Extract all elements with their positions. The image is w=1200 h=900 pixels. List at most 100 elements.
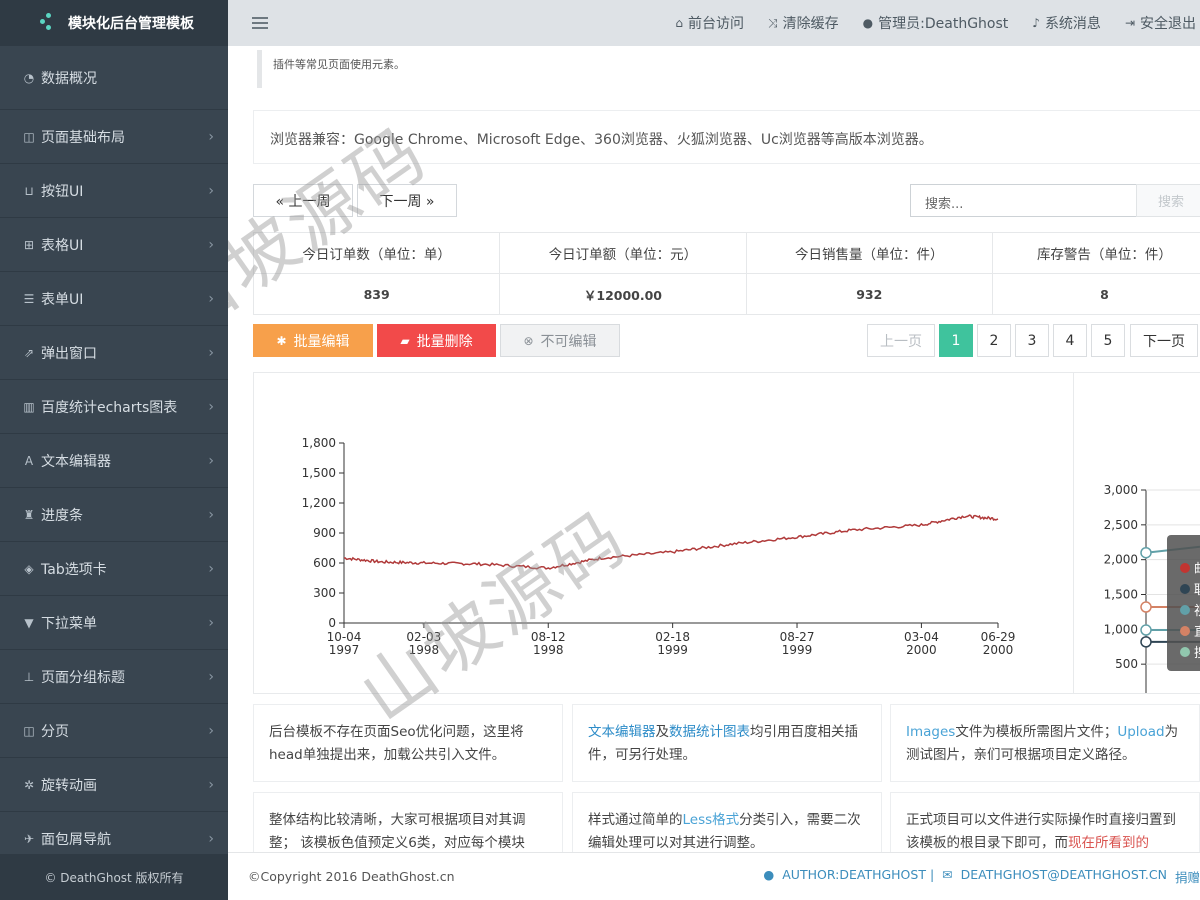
card-link[interactable]: 数据统计图表	[669, 724, 750, 740]
card-text: 后台模板不存在页面Seo优化问题，这里将head单独提出来，加载公共引入文件。	[269, 724, 524, 763]
legend-label: 直	[1194, 625, 1200, 640]
chevron-right-icon: ›	[208, 452, 214, 469]
sidebar-item[interactable]: ◫ 页面基础布局 ›	[0, 110, 228, 164]
sidebar-item-label: 数据概况	[41, 70, 97, 87]
top-link[interactable]: ♪ 系统消息	[1032, 13, 1101, 33]
envelope-icon: ✉	[942, 867, 953, 882]
random-icon: ⤨	[768, 15, 778, 30]
copyright-text: ©Copyright 2016 DeathGhost.cn	[248, 869, 455, 884]
y-tick-label: 1,000	[1104, 622, 1138, 636]
page-number-button[interactable]: 2	[977, 324, 1011, 357]
sidebar-item[interactable]: ⊥ 页面分组标题 ›	[0, 650, 228, 704]
user-icon: ●	[763, 867, 775, 882]
info-card: 样式通过简单的Less格式分类引入，需要二次编辑处理可以对其进行调整。	[572, 792, 882, 852]
next-page-button[interactable]: 下一页	[1130, 324, 1198, 357]
spinner-icon: ✲	[23, 777, 35, 792]
data-point	[1140, 624, 1152, 636]
card-text: 整体结构比较清晰，大家可根据项目对其调整； 该模板色值预定义6类，对应每个模块	[269, 812, 526, 851]
email-link[interactable]: DEATHGHOST@DEATHGHOST.CN	[961, 867, 1167, 886]
chart-tooltip: 邮联视直搜	[1167, 535, 1200, 671]
chevron-right-icon: ›	[208, 776, 214, 793]
legend-label: 联	[1194, 583, 1200, 598]
external-link-icon: ⇗	[23, 345, 35, 360]
sidebar-item[interactable]: ⇗ 弹出窗口 ›	[0, 326, 228, 380]
line-chart-weekly[interactable]: 05001,0001,5002,0002,5003,000周一邮联视直搜	[1074, 373, 1200, 693]
legend-marker	[1180, 563, 1190, 573]
page-number-button[interactable]: 3	[1015, 324, 1049, 357]
card-link[interactable]: Upload	[1117, 724, 1164, 740]
card-link[interactable]: Images	[906, 724, 955, 740]
card-text: 样式通过简单的	[588, 812, 683, 828]
top-link[interactable]: ⌂ 前台访问	[675, 13, 744, 33]
sidebar-item[interactable]: ☰ 表单UI ›	[0, 272, 228, 326]
x-tick-label: 06-29	[981, 630, 1016, 644]
sidebar-item[interactable]: ◈ Tab选项卡 ›	[0, 542, 228, 596]
sidebar-item[interactable]: ▼ 下拉菜单 ›	[0, 596, 228, 650]
x-tick-label: 08-12	[531, 630, 566, 644]
sidebar-item-label: 下拉菜单	[41, 615, 97, 632]
app-logo[interactable]: 模块化后台管理模板	[0, 0, 228, 46]
search-button[interactable]: 搜索	[1136, 184, 1200, 217]
logo-icon	[40, 13, 62, 33]
card-link[interactable]: Less格式	[683, 812, 740, 828]
donate-link[interactable]: 捐赠	[1175, 867, 1200, 886]
sidebar-item-label: 表格UI	[41, 237, 84, 254]
chevron-right-icon: ›	[208, 830, 214, 847]
sidebar-item[interactable]: ✲ 旋转动画 ›	[0, 758, 228, 812]
menu-toggle-icon[interactable]	[252, 17, 268, 29]
search-input[interactable]: 搜索...	[910, 184, 1137, 217]
x-tick-label: 08-27	[780, 630, 815, 644]
x-tick-label: 10-04	[327, 630, 362, 644]
top-links: ⌂ 前台访问 ⤨ 清除缓存 ● 管理员:DeathGhost ♪ 系统消息 ⇥ 安全退出	[675, 13, 1200, 33]
x-tick-label: 02-18	[655, 630, 690, 644]
card-link[interactable]: 文本编辑器	[588, 724, 656, 740]
legend-marker	[1180, 626, 1190, 636]
sidebar-item[interactable]: ◔ 数据概况	[0, 46, 228, 110]
sidebar-item[interactable]: ⊞ 表格UI ›	[0, 218, 228, 272]
sidebar-item[interactable]: ⊔ 按钮UI ›	[0, 164, 228, 218]
top-link[interactable]: ⤨ 清除缓存	[768, 13, 839, 33]
data-point	[1140, 636, 1152, 648]
page-number-button[interactable]: 1	[939, 324, 973, 357]
chevron-right-icon: ›	[208, 236, 214, 253]
sidebar-item-label: 文本编辑器	[41, 453, 111, 470]
line-chart-main[interactable]: 03006009001,2001,5001,80010-04199702-031…	[254, 373, 1072, 693]
sidebar-item[interactable]: ▥ 百度统计echarts图表 ›	[0, 380, 228, 434]
top-link-label: 管理员:DeathGhost	[878, 16, 1009, 32]
page-number-button[interactable]: 4	[1053, 324, 1087, 357]
batch-edit-button[interactable]: ✱ 批量编辑	[253, 324, 373, 357]
x-tick-label: 02-03	[406, 630, 441, 644]
x-tick-label: 2000	[983, 643, 1014, 657]
columns-icon: ◫	[23, 723, 35, 738]
list-alt-icon: ☰	[23, 291, 35, 306]
stats-value-cell: 839	[252, 273, 501, 315]
sidebar-item-label: 弹出窗口	[41, 345, 97, 362]
columns-icon: ◫	[23, 129, 35, 144]
top-link[interactable]: ⇥ 安全退出	[1125, 13, 1196, 33]
sidebar-item[interactable]: A 文本编辑器 ›	[0, 434, 228, 488]
top-link[interactable]: ● 管理员:DeathGhost	[863, 13, 1009, 33]
y-tick-label: 1,500	[1104, 588, 1138, 602]
sidebar-item-label: 页面分组标题	[41, 669, 125, 686]
sidebar-item[interactable]: ♜ 进度条 ›	[0, 488, 228, 542]
intro-quote: 插件等常见页面使用元素。	[257, 50, 1200, 88]
dashboard-icon: ◔	[23, 70, 35, 85]
main-content: 插件等常见页面使用元素。 浏览器兼容：Google Chrome、Microso…	[228, 46, 1200, 852]
author-link[interactable]: AUTHOR:DEATHGHOST |	[782, 867, 934, 886]
info-card: 整体结构比较清晰，大家可根据项目对其调整； 该模板色值预定义6类，对应每个模块	[253, 792, 563, 852]
sidebar-item-label: 分页	[41, 723, 69, 740]
sidebar-item-label: Tab选项卡	[41, 561, 107, 578]
chevron-right-icon: ›	[208, 506, 214, 523]
batch-delete-button[interactable]: ▰ 批量删除	[377, 324, 496, 357]
x-tick-label: 1998	[533, 643, 564, 657]
prev-page-button[interactable]: 上一页	[867, 324, 935, 357]
sidebar-item[interactable]: ◫ 分页 ›	[0, 704, 228, 758]
prev-week-button[interactable]: « 上一周	[253, 184, 353, 217]
y-tick-label: 0	[1130, 692, 1138, 693]
stats-header-cell: 今日订单额（单位：元）	[499, 232, 747, 274]
stats-table: 今日订单数（单位：单） 今日订单额（单位：元） 今日销售量（单位：件） 库存警告（单位…	[252, 232, 1200, 315]
batch-edit-label: 批量编辑	[293, 333, 350, 350]
page-number-button[interactable]: 5	[1091, 324, 1125, 357]
bell-icon: ♪	[1032, 16, 1040, 30]
next-week-button[interactable]: 下一周 »	[357, 184, 457, 217]
